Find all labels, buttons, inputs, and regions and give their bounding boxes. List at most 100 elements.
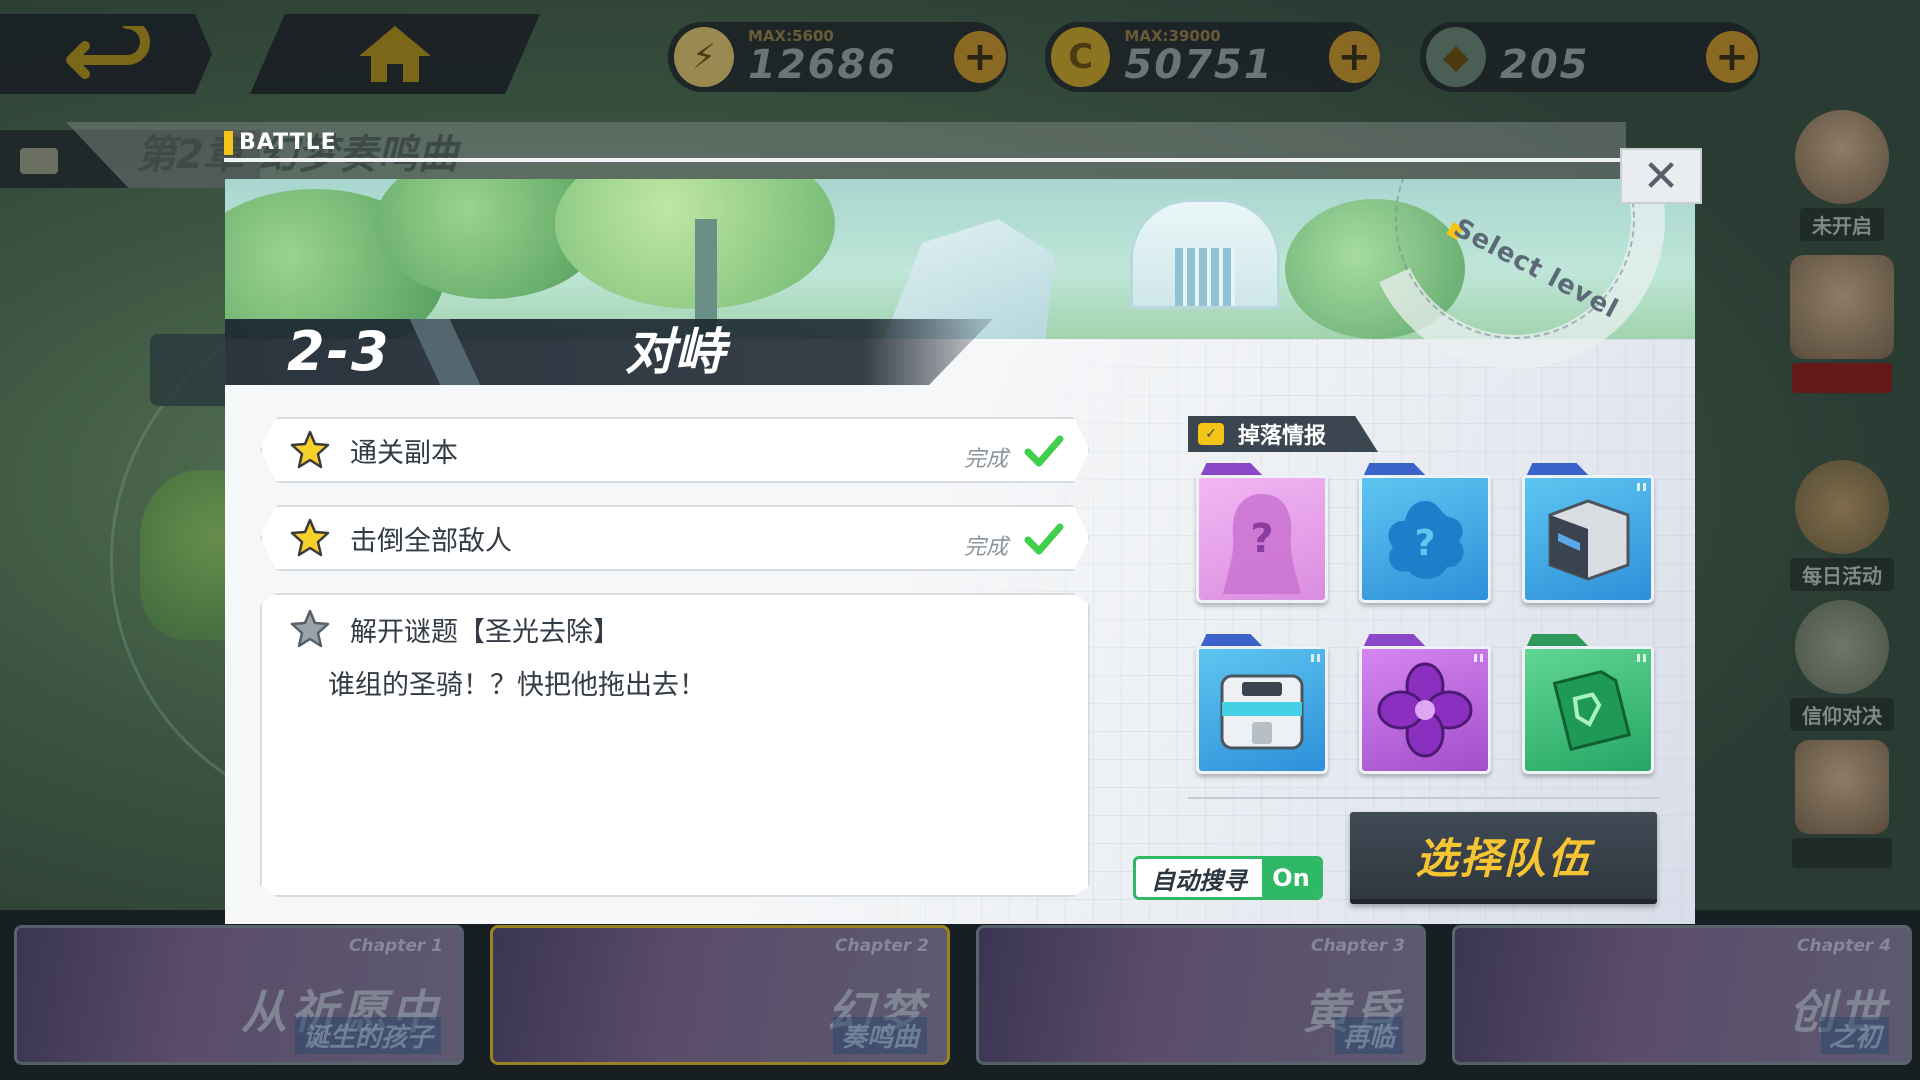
drop-item[interactable] — [1359, 634, 1491, 774]
armor-chest-icon — [1522, 475, 1654, 603]
warning-badge — [1792, 363, 1892, 393]
star-empty-icon — [290, 609, 330, 648]
check-icon — [1024, 435, 1064, 467]
calendar-icon — [1795, 460, 1889, 554]
gold-value: 50751 — [1124, 42, 1274, 88]
warning-badge — [1792, 838, 1892, 868]
chapter-subtitle: 诞生的孩子 — [294, 1017, 441, 1054]
event-avatar — [1795, 740, 1889, 834]
home-icon — [359, 26, 431, 82]
objective-text: 击倒全部敌人 — [350, 525, 512, 557]
purple-crystal-icon — [1359, 646, 1491, 774]
side-event-character-2[interactable] — [1782, 740, 1902, 868]
add-energy-button[interactable]: + — [954, 31, 1006, 83]
check-icon — [1024, 523, 1064, 555]
chapter-number: Chapter 4 — [1796, 936, 1891, 956]
chapter-card-2[interactable]: Chapter 2 幻梦 奏鸣曲 — [490, 925, 950, 1065]
folder-icon[interactable] — [20, 148, 58, 174]
select-team-label: 选择队伍 — [1415, 834, 1592, 883]
gem-icon: ◆ — [1426, 27, 1486, 87]
gem-max — [1500, 27, 1700, 43]
supply-crate-icon — [1196, 646, 1328, 774]
objective-status: 完成 — [963, 535, 1008, 560]
objective-text: 通关副本 — [350, 437, 458, 469]
gem-value: 205 — [1500, 42, 1590, 88]
chapter-card-1[interactable]: Chapter 1 从祈愿中 诞生的孩子 — [14, 925, 464, 1065]
unknown-material-icon: ? — [1359, 475, 1491, 603]
character-silhouette: ? — [1223, 494, 1301, 594]
add-gem-button[interactable]: + — [1706, 31, 1758, 83]
puzzle-objective-panel: 解开谜题【圣光去除】 谁组的圣骑！？快把他拖出去！ — [260, 593, 1090, 897]
blob-silhouette: ? — [1388, 501, 1464, 579]
crystal-flower-shape — [1377, 662, 1473, 758]
energy-resource: ⚡ MAX:5600 12686 + — [668, 22, 1008, 92]
side-event-label: 每日活动 — [1790, 558, 1894, 591]
pause-mark — [1637, 654, 1646, 662]
crate-shape — [1220, 674, 1304, 750]
select-team-button[interactable]: 选择队伍 — [1350, 812, 1657, 904]
drop-info-text: 掉落情报 — [1238, 424, 1327, 449]
gold-coin-icon: C — [1051, 27, 1111, 87]
drop-info-label: ✓ 掉落情报 — [1188, 416, 1378, 452]
chip-shape — [1552, 670, 1632, 752]
crossed-swords-icon — [1795, 600, 1889, 694]
close-button[interactable]: ✕ — [1620, 148, 1702, 204]
gold-max: MAX:39000 — [1124, 27, 1221, 45]
green-chip-icon — [1522, 646, 1654, 774]
objective-status: 完成 — [963, 447, 1008, 472]
puzzle-description: 谁组的圣骑！？快把他拖出去！ — [328, 670, 706, 701]
puzzle-title: 解开谜题【圣光去除】 — [350, 616, 620, 648]
drop-item[interactable] — [1196, 634, 1328, 774]
drop-item[interactable] — [1522, 463, 1654, 603]
gem-resource: ◆ 205 + — [1420, 22, 1760, 92]
chapter-card-3[interactable]: Chapter 3 黄昏 再临 — [976, 925, 1426, 1065]
drop-item[interactable]: ? — [1196, 463, 1328, 603]
add-gold-button[interactable]: + — [1328, 31, 1380, 83]
svg-text:?: ? — [1415, 523, 1436, 564]
event-avatar — [1795, 110, 1889, 204]
side-event-label: 未开启 — [1800, 208, 1884, 241]
armor-shape — [1548, 499, 1630, 581]
star-filled-icon — [290, 518, 330, 557]
pause-mark — [1637, 483, 1646, 491]
battle-label: BATTLE — [224, 130, 337, 155]
back-button[interactable] — [0, 14, 212, 94]
pause-mark — [1474, 654, 1483, 662]
energy-card-icon: ⚡ — [674, 27, 734, 87]
greenhouse — [1130, 199, 1280, 309]
gold-resource: C MAX:39000 50751 + — [1045, 22, 1380, 92]
chapter-number: Chapter 1 — [348, 936, 443, 956]
drop-item[interactable] — [1522, 634, 1654, 774]
side-event-label: 信仰对决 — [1790, 698, 1894, 731]
chapter-subtitle: 再临 — [1334, 1017, 1403, 1054]
chapter-subtitle: 之初 — [1820, 1017, 1889, 1054]
star-filled-icon — [290, 430, 330, 469]
side-event-locked[interactable]: 未开启 — [1782, 110, 1902, 241]
objective-row: 通关副本 完成 — [260, 417, 1090, 483]
close-icon: ✕ — [1642, 150, 1680, 202]
energy-max: MAX:5600 — [748, 27, 834, 45]
side-event-daily[interactable]: 每日活动 — [1782, 460, 1902, 591]
chapter-number: Chapter 2 — [834, 936, 929, 956]
battle-label-text: BATTLE — [239, 130, 337, 155]
drop-divider — [1188, 797, 1660, 799]
home-button[interactable] — [250, 14, 540, 94]
battle-label-marker — [224, 130, 233, 155]
level-detail-modal: Select level 2-3 对峙 通关副本 完成 击倒全部敌人 完成 解开… — [225, 179, 1695, 924]
unknown-character-icon: ? — [1196, 475, 1328, 603]
chapter-number: Chapter 3 — [1310, 936, 1405, 956]
chapter-card-4[interactable]: Chapter 4 创世 之初 — [1452, 925, 1912, 1065]
auto-search-state: On — [1262, 859, 1320, 897]
back-arrow-icon — [66, 26, 150, 79]
level-number: 2-3 — [287, 320, 391, 383]
drop-box-icon: ✓ — [1198, 423, 1224, 445]
drop-item[interactable]: ? — [1359, 463, 1491, 603]
side-event-character[interactable] — [1782, 255, 1902, 393]
event-avatar — [1790, 255, 1894, 359]
level-name: 对峙 — [625, 323, 725, 381]
battle-divider — [224, 158, 1622, 162]
side-event-duel[interactable]: 信仰对决 — [1782, 600, 1902, 731]
auto-search-toggle[interactable]: 自动搜寻 On — [1133, 856, 1323, 900]
objective-row: 击倒全部敌人 完成 — [260, 505, 1090, 571]
chapter-subtitle: 奏鸣曲 — [832, 1017, 927, 1054]
